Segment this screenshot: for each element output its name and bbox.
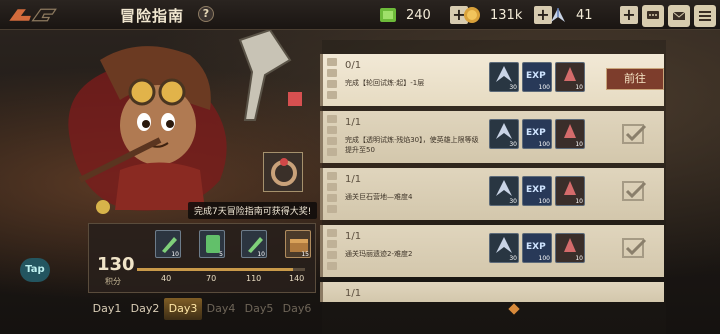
milestone-reward-2[interactable]: 5 (199, 230, 225, 258)
quest-description: 通关玛丽遗迹2-难度2 (345, 250, 413, 258)
quest-description: 通关巨石营地—难度4 (345, 193, 413, 201)
points-label: 积分 (105, 277, 121, 286)
feather-token-icon (551, 8, 565, 22)
tap-button[interactable]: Tap (20, 258, 50, 282)
points-track-fill (137, 268, 294, 271)
quest-side-icons (327, 115, 339, 159)
feather-token-icon (496, 180, 512, 196)
quest-reward-material[interactable]: 10 (555, 233, 585, 263)
chat-icon (647, 11, 659, 19)
tab-day5[interactable]: Day5 (240, 298, 278, 320)
quest-progress: 1/1 (345, 174, 362, 185)
quest-reward-token[interactable]: 30 (489, 119, 519, 149)
tab-day6[interactable]: Day6 (278, 298, 316, 320)
add-token-button[interactable]: + (620, 6, 638, 24)
feather-token-icon (496, 123, 512, 139)
resource-value: 131k (490, 7, 523, 23)
resource-token: 41 + (548, 4, 638, 26)
points-value: 130 (97, 254, 135, 275)
quest-reward-material[interactable]: 10 (555, 119, 585, 149)
exp-icon: EXP (526, 242, 546, 252)
quest-reward-exp[interactable]: EXP 100 (522, 62, 552, 92)
points-track (137, 268, 305, 271)
feather-token-icon (496, 237, 512, 253)
go-button[interactable]: 前往 (606, 68, 664, 90)
exp-icon: EXP (526, 185, 546, 195)
material-icon (564, 238, 576, 252)
milestone-label: 70 (206, 274, 217, 283)
quest-progress: 1/1 (345, 288, 362, 299)
quest-reward-material[interactable]: 10 (555, 62, 585, 92)
menu-button[interactable] (694, 5, 716, 27)
milestone-reward-1[interactable]: 10 (155, 230, 181, 258)
milestone-label: 140 (289, 274, 305, 283)
quest-reward-exp[interactable]: EXP 100 (522, 119, 552, 149)
milestone-reward-4[interactable]: 15 (285, 230, 311, 258)
coin-icon (464, 7, 480, 23)
day-tabs: Day1 Day2 Day3 Day4 Day5 Day6 (88, 298, 316, 320)
quest-side-icons (327, 172, 339, 216)
material-icon (564, 67, 576, 81)
tab-day2[interactable]: Day2 (126, 298, 164, 320)
tab-day1[interactable]: Day1 (88, 298, 126, 320)
ring-reward-item[interactable] (263, 152, 303, 192)
quest-reward-token[interactable]: 30 (489, 176, 519, 206)
quest-side-icons (327, 229, 339, 273)
quest-item: 1/1 通关玛丽遗迹2-难度2 30 EXP 100 10 (320, 225, 664, 277)
milestone-reward-3[interactable]: 10 (241, 230, 267, 258)
feather-token-icon (496, 66, 512, 82)
milestone-label: 40 (161, 274, 172, 283)
quest-progress: 1/1 (345, 117, 362, 128)
exp-icon: EXP (526, 128, 546, 138)
back-button[interactable] (6, 4, 64, 26)
quest-side-icons (327, 58, 339, 102)
chat-button[interactable] (642, 5, 664, 27)
material-icon (564, 124, 576, 138)
medal-icon (96, 200, 110, 214)
check-icon (622, 181, 647, 201)
resource-value: 41 (576, 7, 593, 23)
quest-reward-token[interactable]: 30 (489, 62, 519, 92)
resource-green-crystal: 240 + (378, 4, 468, 26)
quest-progress: 1/1 (345, 231, 362, 242)
green-crystal-icon (380, 8, 396, 22)
tab-day3[interactable]: Day3 (164, 298, 202, 320)
quest-description: 完成【轮回试炼·起】-1层 (345, 79, 425, 87)
quest-reward-exp[interactable]: EXP 100 (522, 233, 552, 263)
resource-value: 240 (406, 7, 431, 23)
check-icon (622, 124, 647, 144)
material-icon (564, 181, 576, 195)
check-icon (622, 238, 647, 258)
page-title: 冒险指南 (120, 7, 185, 25)
exp-icon: EXP (526, 71, 546, 81)
quest-progress: 0/1 (345, 60, 362, 71)
quest-item: 1/1 (320, 282, 664, 302)
quest-reward-material[interactable]: 10 (555, 176, 585, 206)
points-progress-panel: 130 积分 10 5 10 15 40 70 110 140 (88, 223, 316, 293)
quest-item: 1/1 通关巨石营地—难度4 30 EXP 100 10 (320, 168, 664, 220)
mail-icon (672, 11, 686, 20)
milestone-label: 110 (246, 274, 262, 283)
tab-day4[interactable]: Day4 (202, 298, 240, 320)
grand-prize-banner: 完成7天冒险指南可获得大奖! (188, 202, 318, 219)
resource-coin: 131k + (462, 4, 552, 26)
ring-icon (271, 158, 297, 186)
quest-item: 0/1 完成【轮回试炼·起】-1层 30 EXP 100 10 前往 (320, 54, 664, 106)
quest-reward-exp[interactable]: EXP 100 (522, 176, 552, 206)
top-bar: 冒险指南 ? 240 + 131k + 41 + (0, 0, 720, 30)
back-arrow-icon (9, 8, 57, 22)
quest-reward-token[interactable]: 30 (489, 233, 519, 263)
help-icon[interactable]: ? (198, 6, 214, 22)
quest-description: 完成【透明试炼·残焰30】，使英雄上限等级提升至50 (345, 136, 479, 154)
menu-icon (699, 11, 711, 21)
quest-item: 1/1 完成【透明试炼·残焰30】，使英雄上限等级提升至50 30 EXP 10… (320, 111, 664, 163)
mail-button[interactable] (668, 5, 690, 27)
